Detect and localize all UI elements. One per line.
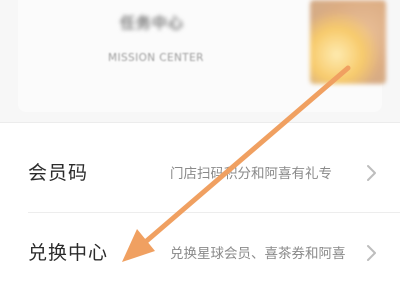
list-item-description: 兑换星球会员、喜茶券和阿喜 xyxy=(170,246,346,262)
list-item-exchange-center[interactable]: 兑换中心 兑换星球会员、喜茶券和阿喜 xyxy=(0,213,400,293)
mission-center-banner[interactable]: 任务中心 MISSION CENTER xyxy=(18,0,386,112)
list-item-description: 门店扫码积分和阿喜有礼专 xyxy=(170,166,332,182)
mission-center-card[interactable]: 任务中心 MISSION CENTER xyxy=(0,0,400,123)
chevron-right-icon xyxy=(367,245,376,261)
mission-center-title: 任务中心 xyxy=(120,14,185,32)
mission-center-image xyxy=(310,0,386,84)
mission-center-subtitle: MISSION CENTER xyxy=(108,52,204,64)
list-item-label: 会员码 xyxy=(28,162,89,184)
menu-list: 会员码 门店扫码积分和阿喜有礼专 兑换中心 兑换星球会员、喜茶券和阿喜 xyxy=(0,123,400,300)
chevron-right-icon xyxy=(367,165,376,181)
list-item-label: 兑换中心 xyxy=(28,242,109,264)
list-item-member-code[interactable]: 会员码 门店扫码积分和阿喜有礼专 xyxy=(0,133,400,213)
